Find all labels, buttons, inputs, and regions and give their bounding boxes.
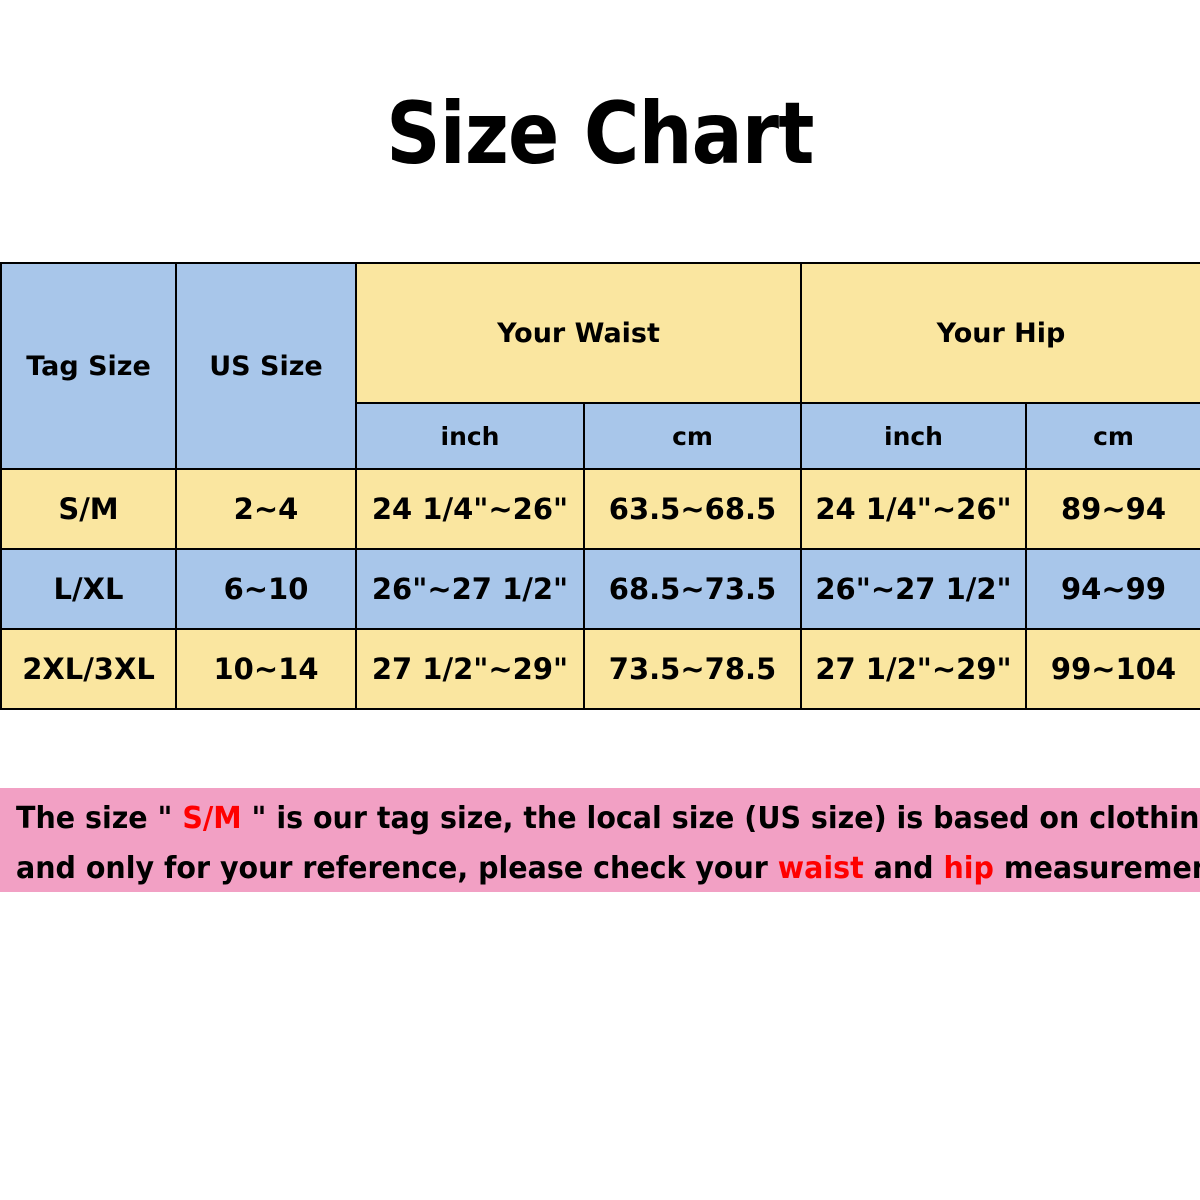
note-highlight-tag-size: S/M	[182, 801, 242, 836]
cell-tag-size: L/XL	[0, 548, 177, 630]
note-line-1: The size " S/M " is our tag size, the lo…	[16, 794, 1200, 844]
page-title: Size Chart	[386, 84, 814, 184]
size-chart-table: Tag Size US Size Your Waist Your Hip inc…	[0, 262, 1200, 710]
header-your-waist: Your Waist	[355, 262, 802, 404]
cell-waist-cm: 63.5~68.5	[583, 468, 802, 550]
cell-hip-inch: 27 1/2"~29"	[800, 628, 1027, 710]
note-line-2: and only for your reference, please chec…	[16, 844, 1200, 894]
note-text: The size "	[16, 801, 183, 836]
note-text: and	[863, 851, 944, 886]
header-your-hip: Your Hip	[800, 262, 1200, 404]
cell-waist-cm: 73.5~78.5	[583, 628, 802, 710]
note-text: and only for your reference, please chec…	[16, 851, 778, 886]
cell-hip-cm: 99~104	[1025, 628, 1200, 710]
cell-us-size: 10~14	[175, 628, 357, 710]
cell-waist-inch: 24 1/4"~26"	[355, 468, 585, 550]
header-waist-cm: cm	[583, 402, 802, 470]
header-hip-inch: inch	[800, 402, 1027, 470]
table-row: S/M 2~4 24 1/4"~26" 63.5~68.5 24 1/4"~26…	[0, 468, 1200, 550]
table-row: L/XL 6~10 26"~27 1/2" 68.5~73.5 26"~27 1…	[0, 548, 1200, 630]
table-header-row-primary: Tag Size US Size Your Waist Your Hip	[0, 262, 1200, 470]
note-text: " is our tag size, the local size (US si…	[241, 801, 1200, 836]
header-hip-cm: cm	[1025, 402, 1200, 470]
header-waist-inch: inch	[355, 402, 585, 470]
cell-us-size: 6~10	[175, 548, 357, 630]
cell-us-size: 2~4	[175, 468, 357, 550]
cell-hip-inch: 26"~27 1/2"	[800, 548, 1027, 630]
header-tag-size: Tag Size	[0, 262, 177, 470]
note-highlight-waist: waist	[777, 851, 864, 886]
size-note-banner: The size " S/M " is our tag size, the lo…	[0, 788, 1200, 892]
header-us-size: US Size	[175, 262, 357, 470]
cell-hip-cm: 89~94	[1025, 468, 1200, 550]
cell-hip-inch: 24 1/4"~26"	[800, 468, 1027, 550]
cell-tag-size: 2XL/3XL	[0, 628, 177, 710]
cell-waist-inch: 26"~27 1/2"	[355, 548, 585, 630]
cell-waist-inch: 27 1/2"~29"	[355, 628, 585, 710]
table-row: 2XL/3XL 10~14 27 1/2"~29" 73.5~78.5 27 1…	[0, 628, 1200, 710]
note-text: measurements.	[1003, 851, 1200, 886]
cell-waist-cm: 68.5~73.5	[583, 548, 802, 630]
note-highlight-hip: hip	[943, 851, 994, 886]
page-title-container: Size Chart	[0, 86, 1200, 182]
cell-hip-cm: 94~99	[1025, 548, 1200, 630]
cell-tag-size: S/M	[0, 468, 177, 550]
